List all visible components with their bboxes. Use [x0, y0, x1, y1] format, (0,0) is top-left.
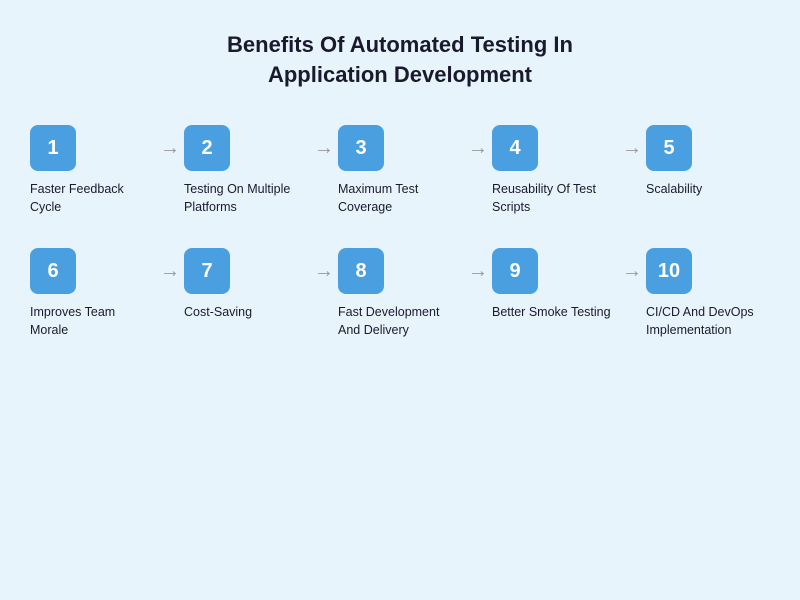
step-wrap-3: 3 Maximum Test Coverage → — [338, 125, 492, 216]
step-block-1: 1 Faster Feedback Cycle — [30, 125, 160, 216]
step-number-6: 6 — [30, 248, 76, 294]
step-wrap-1: 1 Faster Feedback Cycle → — [30, 125, 184, 216]
step-number-5: 5 — [646, 125, 692, 171]
arrow-icon-7: → — [314, 260, 334, 283]
step-wrap-9: 9 Better Smoke Testing → — [492, 248, 646, 322]
step-block-9: 9 Better Smoke Testing — [492, 248, 622, 322]
arrow-icon-1: → — [160, 137, 180, 160]
step-number-10: 10 — [646, 248, 692, 294]
step-number-8: 8 — [338, 248, 384, 294]
step-label-1: Faster Feedback Cycle — [30, 181, 150, 216]
step-number-7: 7 — [184, 248, 230, 294]
step-number-3: 3 — [338, 125, 384, 171]
step-label-3: Maximum Test Coverage — [338, 181, 458, 216]
arrow-icon-9: → — [622, 260, 642, 283]
step-wrap-4: 4 Reusability Of Test Scripts → — [492, 125, 646, 216]
step-label-9: Better Smoke Testing — [492, 304, 611, 322]
step-block-6: 6 Improves Team Morale — [30, 248, 160, 339]
step-number-2: 2 — [184, 125, 230, 171]
step-row-2: 6Improves Team Morale→7Cost-Saving→8Fast… — [30, 248, 770, 339]
step-wrap-6: 6 Improves Team Morale → — [30, 248, 184, 339]
step-block-7: 7 Cost-Saving — [184, 248, 314, 322]
rows-container: 1Faster Feedback Cycle→2Testing On Multi… — [30, 125, 770, 339]
step-number-4: 4 — [492, 125, 538, 171]
step-label-2: Testing On Multiple Platforms — [184, 181, 304, 216]
step-label-7: Cost-Saving — [184, 304, 252, 322]
page-title: Benefits Of Automated Testing InApplicat… — [30, 30, 770, 89]
step-wrap-8: 8 Fast Development And Delivery → — [338, 248, 492, 339]
arrow-icon-4: → — [622, 137, 642, 160]
step-block-2: 2 Testing On Multiple Platforms — [184, 125, 314, 216]
step-number-9: 9 — [492, 248, 538, 294]
page-container: Benefits Of Automated Testing InApplicat… — [0, 0, 800, 600]
step-block-10: 10 CI/CD And DevOps Implementation — [646, 248, 776, 339]
arrow-icon-6: → — [160, 260, 180, 283]
step-block-4: 4 Reusability Of Test Scripts — [492, 125, 622, 216]
step-block-5: 5 Scalability — [646, 125, 776, 199]
step-wrap-10: 10 CI/CD And DevOps Implementation — [646, 248, 776, 339]
step-label-4: Reusability Of Test Scripts — [492, 181, 612, 216]
step-wrap-7: 7 Cost-Saving → — [184, 248, 338, 322]
arrow-icon-2: → — [314, 137, 334, 160]
step-label-8: Fast Development And Delivery — [338, 304, 458, 339]
step-label-5: Scalability — [646, 181, 702, 199]
step-row-1: 1Faster Feedback Cycle→2Testing On Multi… — [30, 125, 770, 216]
step-block-3: 3 Maximum Test Coverage — [338, 125, 468, 216]
step-label-6: Improves Team Morale — [30, 304, 150, 339]
arrow-icon-3: → — [468, 137, 488, 160]
step-wrap-2: 2 Testing On Multiple Platforms → — [184, 125, 338, 216]
step-wrap-5: 5 Scalability — [646, 125, 776, 199]
step-number-1: 1 — [30, 125, 76, 171]
step-block-8: 8 Fast Development And Delivery — [338, 248, 468, 339]
step-label-10: CI/CD And DevOps Implementation — [646, 304, 766, 339]
arrow-icon-8: → — [468, 260, 488, 283]
